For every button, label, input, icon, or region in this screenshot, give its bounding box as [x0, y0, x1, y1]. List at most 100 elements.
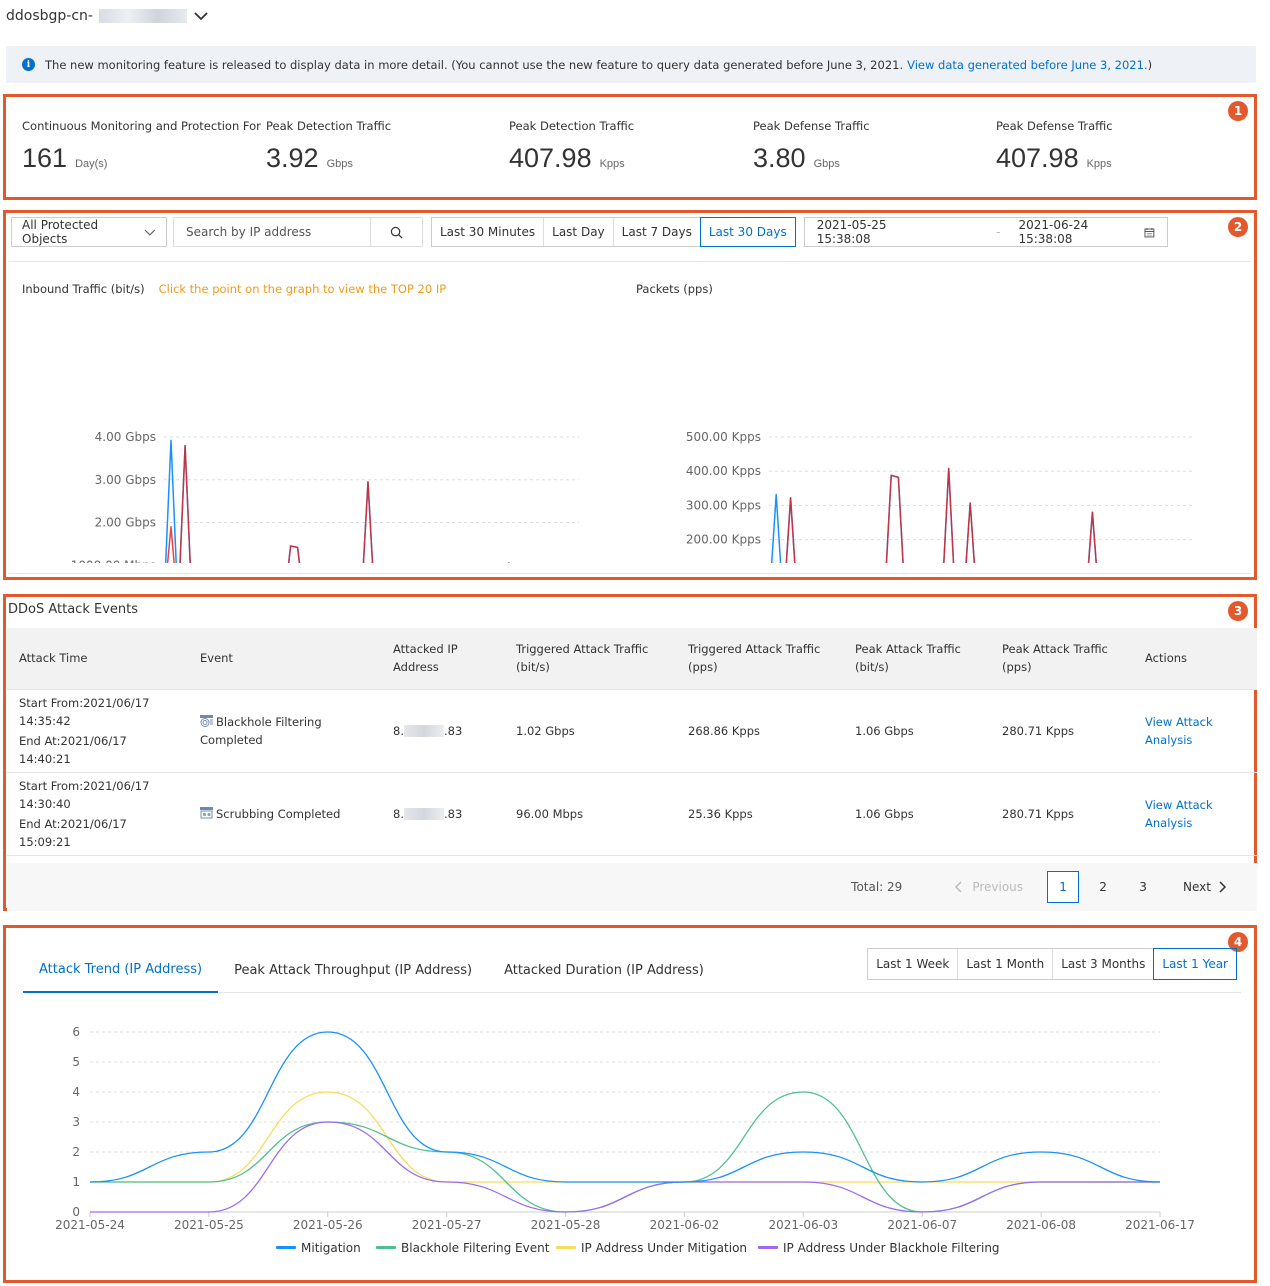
peak-bps-cell: 1.06 Gbps [843, 689, 990, 773]
packets-chart-title: Packets (pps) [636, 282, 713, 296]
next-button[interactable]: Next [1183, 880, 1227, 894]
search-icon [390, 226, 403, 238]
traffic-section: 2 All Protected Objects Last 30 Minutes … [3, 210, 1257, 580]
legend-label: IP Address Under Blackhole Filtering [783, 1241, 1000, 1255]
series-line-ip-address-under-blackhole-filtering [90, 1121, 1160, 1213]
range-option-week[interactable]: Last 1 Week [868, 949, 959, 979]
inbound-chart-title: Inbound Traffic (bit/s) Click the point o… [22, 282, 446, 296]
time-option-7days[interactable]: Last 7 Days [614, 218, 701, 246]
y-tick-label: 200.00 Kpps [686, 533, 761, 547]
trig-pps-cell: 25.36 Kpps [676, 772, 843, 856]
col-ip: Attacked IP Address [381, 628, 504, 690]
previous-button[interactable]: Previous [954, 880, 1023, 894]
y-tick-label: 1 [72, 1175, 80, 1189]
chevron-down-icon [144, 229, 156, 236]
tab-attacked-duration[interactable]: Attacked Duration (IP Address) [488, 948, 720, 992]
view-attack-analysis-link[interactable]: View Attack Analysis [1145, 713, 1215, 749]
page-3-button[interactable]: 3 [1127, 871, 1159, 903]
blackhole-icon [200, 714, 213, 727]
y-tick-label: 2 [72, 1145, 80, 1159]
search-button[interactable] [370, 218, 422, 246]
x-tick-label: 2021-06-02 [650, 1218, 720, 1232]
stat-label: Peak Detection Traffic [266, 119, 392, 133]
time-option-30days[interactable]: Last 30 Days [699, 217, 796, 247]
legend-swatch [376, 1246, 396, 1249]
stat-label: Continuous Monitoring and Protection For [22, 119, 261, 133]
stat-unit: Kpps [599, 158, 625, 170]
stat-peak-detection-bps: Peak Detection Traffic 3.92 Gbps [266, 119, 391, 174]
legend-swatch [758, 1246, 778, 1249]
y-tick-label: 0 [72, 1205, 80, 1219]
chevron-left-icon [955, 881, 962, 893]
stat-value: 407.98 [996, 143, 1079, 173]
peak-pps-cell: 280.71 Kpps [990, 689, 1133, 773]
attack-trend-chart[interactable]: 0 1 2 3 4 5 6 2021-05-24 2021-05-25 2021-05-26 202… [6, 1013, 1254, 1263]
legend-label: Blackhole Filtering Event [401, 1241, 550, 1255]
stat-label: Peak Defense Traffic [996, 119, 1113, 133]
attack-time-cell: Start From:2021/06/17 14:30:40 End At:202… [7, 772, 188, 856]
date-start[interactable]: 2021-05-25 15:38:08 [817, 218, 942, 246]
trig-bps-cell: 1.02 Gbps [504, 689, 676, 773]
tab-peak-throughput[interactable]: Peak Attack Throughput (IP Address) [218, 948, 488, 992]
attack-end: End At:2021/06/17 14:40:21 [19, 733, 127, 766]
notice-text: The new monitoring feature is released t… [45, 57, 904, 72]
date-end[interactable]: 2021-06-24 15:38:08 [1018, 218, 1143, 246]
event-cell: Blackhole Filtering Completed [188, 689, 381, 773]
legend-label: Mitigation [301, 1241, 361, 1255]
series-line-attacks [166, 444, 510, 563]
page-1-button[interactable]: 1 [1047, 871, 1080, 903]
filter-toolbar: All Protected Objects Last 30 Minutes La… [11, 216, 1168, 248]
peak-pps-cell: 280.71 Kpps [990, 772, 1133, 856]
tab-attack-trend[interactable]: Attack Trend (IP Address) [23, 948, 219, 993]
col-trig-pps: Triggered Attack Traffic (pps) [676, 628, 843, 690]
y-tick-label: 3 [72, 1115, 80, 1129]
time-option-day[interactable]: Last Day [544, 218, 614, 246]
pagination: Total: 29 Previous 1 2 3 Next [7, 863, 1257, 911]
stat-value: 407.98 [509, 143, 592, 173]
view-old-data-link[interactable]: View data generated before June 3, 2021. [907, 58, 1147, 72]
chevron-right-icon [1219, 881, 1227, 893]
x-tick-label: 2021-05-26 [293, 1218, 363, 1232]
stat-unit: Gbps [813, 158, 840, 170]
page-2-button[interactable]: 2 [1087, 871, 1119, 903]
view-attack-analysis-link[interactable]: View Attack Analysis [1145, 796, 1215, 832]
x-tick-label: 2021-06-03 [768, 1218, 838, 1232]
ip-cell: 8. .83 [381, 772, 504, 856]
ip-search-input[interactable] [174, 218, 370, 246]
time-option-30min[interactable]: Last 30 Minutes [432, 218, 545, 246]
y-tick-label: 2.00 Gbps [95, 516, 156, 530]
y-tick-label: 500.00 Kpps [686, 430, 761, 444]
range-option-month[interactable]: Last 1 Month [958, 949, 1054, 979]
series-line-attacks [785, 467, 1097, 563]
section-badge: 1 [1228, 101, 1248, 121]
section-title: DDoS Attack Events [8, 602, 139, 617]
stat-label: Peak Detection Traffic [509, 119, 635, 133]
range-option-year[interactable]: Last 1 Year [1153, 948, 1237, 980]
y-tick-label: 5 [72, 1055, 80, 1069]
instance-selector[interactable]: ddosbgp-cn- [6, 8, 209, 24]
notice-suffix: ) [1147, 57, 1153, 72]
instance-name: ddosbgp-cn- [6, 8, 93, 24]
y-tick-label: 300.00 Kpps [686, 498, 761, 512]
y-tick-label: 400.00 Kpps [686, 464, 761, 478]
trig-bps-cell: 96.00 Mbps [504, 772, 676, 856]
divider [9, 261, 1251, 262]
attack-trend-section: 4 Attack Trend (IP Address) Peak Attack … [3, 925, 1257, 1283]
trig-pps-cell: 268.86 Kpps [676, 689, 843, 773]
calendar-icon[interactable] [1144, 227, 1155, 238]
table-row: Start From:2021/06/17 14:30:40 End At:202… [7, 772, 1257, 856]
actions-cell: View Attack Analysis [1133, 772, 1257, 856]
range-option-3months[interactable]: Last 3 Months [1053, 949, 1155, 979]
protected-object-select[interactable]: All Protected Objects [11, 217, 167, 247]
stat-protection-duration: Continuous Monitoring and Protection For… [22, 119, 261, 174]
next-label: Next [1183, 880, 1211, 894]
y-tick-label: 6 [72, 1025, 80, 1039]
inbound-traffic-chart[interactable]: 0 bps1000.00 Mbps2.00 Gbps3.00 Gbps4.00 … [6, 313, 626, 563]
section-badge: 2 [1228, 217, 1248, 237]
ip-cell: 8. .83 [381, 689, 504, 773]
attack-events-section: 3 DDoS Attack Events Attack Time Event A… [3, 594, 1257, 911]
packets-chart[interactable]: 0 pps100.00 Kpps200.00 Kpps300.00 Kpps40… [621, 313, 1256, 563]
date-range-picker[interactable]: 2021-05-25 15:38:08 - 2021-06-24 15:38:0… [803, 217, 1168, 247]
chart-title-text: Inbound Traffic (bit/s) [22, 282, 145, 296]
stat-peak-detection-pps: Peak Detection Traffic 407.98 Kpps [509, 119, 634, 174]
